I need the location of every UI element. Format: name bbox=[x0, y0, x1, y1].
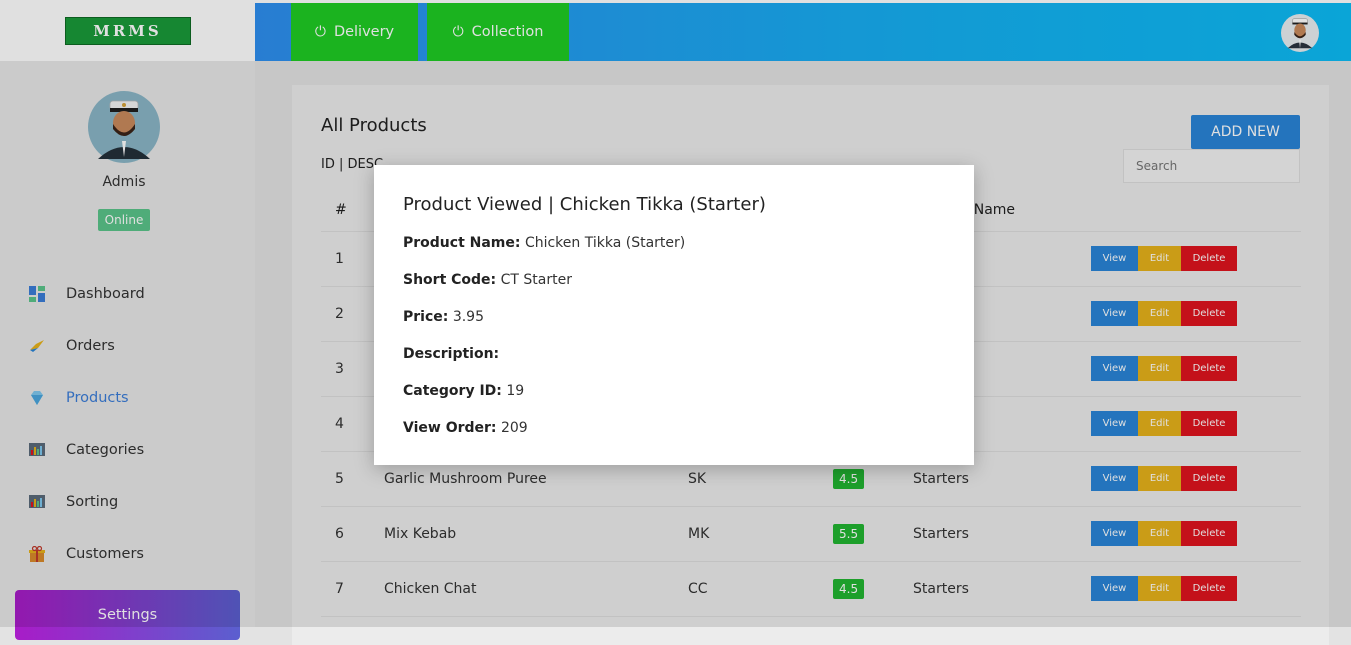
field-description: Description: bbox=[403, 346, 499, 362]
field-value: CT Starter bbox=[500, 272, 572, 288]
field-value: Chicken Tikka (Starter) bbox=[524, 235, 686, 251]
field-value: 209 bbox=[500, 420, 528, 436]
field-label: Short Code: bbox=[403, 272, 497, 288]
field-label: Price: bbox=[403, 309, 449, 325]
modal-title: Product Viewed | Chicken Tikka (Starter) bbox=[403, 194, 766, 215]
field-label: View Order: bbox=[403, 420, 497, 436]
field-label: Category ID: bbox=[403, 383, 502, 399]
field-product-name: Product Name: Chicken Tikka (Starter) bbox=[403, 235, 685, 251]
field-label: Description: bbox=[403, 346, 500, 362]
field-value: 3.95 bbox=[452, 309, 484, 325]
field-view-order: View Order: 209 bbox=[403, 420, 528, 436]
field-short-code: Short Code: CT Starter bbox=[403, 272, 572, 288]
product-view-modal: Product Viewed | Chicken Tikka (Starter)… bbox=[374, 165, 974, 465]
field-label: Product Name: bbox=[403, 235, 521, 251]
field-category-id: Category ID: 19 bbox=[403, 383, 524, 399]
field-price: Price: 3.95 bbox=[403, 309, 484, 325]
field-value: 19 bbox=[506, 383, 525, 399]
